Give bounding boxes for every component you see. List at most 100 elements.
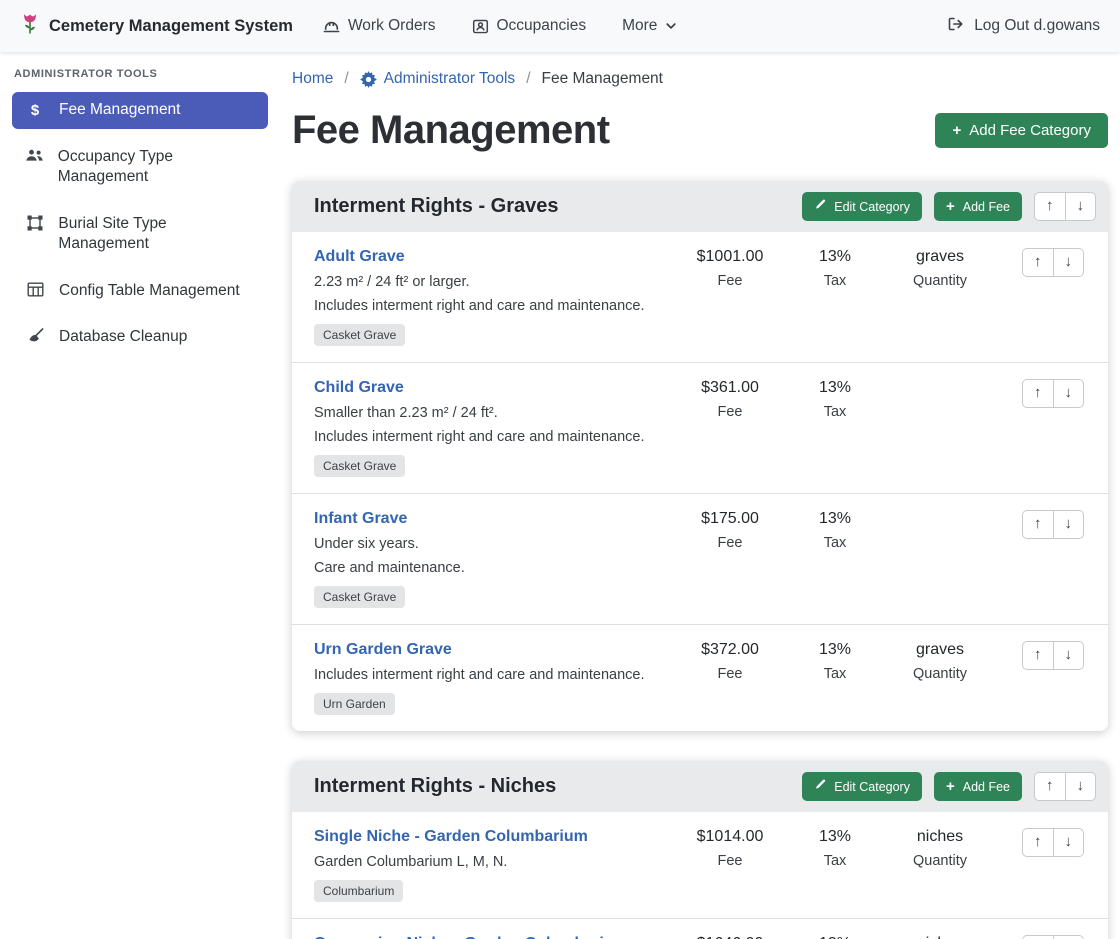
fee-tax-label: Tax bbox=[790, 273, 880, 289]
fee-tax-column: 13% Tax bbox=[790, 641, 880, 682]
fee-info: Child Grave Smaller than 2.23 m² / 24 ft… bbox=[314, 379, 670, 477]
category-fee-list: Single Niche - Garden Columbarium Garden… bbox=[292, 812, 1108, 939]
fee-quantity: graves bbox=[880, 641, 1000, 659]
sidebar-item-label: Config Table Management bbox=[59, 281, 240, 301]
breadcrumb: Home / Administrator Tools / Fee Managem… bbox=[292, 70, 1108, 88]
breadcrumb-home-link[interactable]: Home bbox=[292, 70, 333, 88]
move-fee-down-button[interactable]: ↓ bbox=[1053, 510, 1085, 539]
breadcrumb-separator: / bbox=[344, 70, 348, 88]
nav-item-work-orders[interactable]: Work Orders bbox=[323, 17, 436, 35]
fee-amount-column: $1001.00 Fee bbox=[670, 248, 790, 289]
fee-name-link[interactable]: Urn Garden Grave bbox=[314, 641, 452, 659]
move-category-up-button[interactable]: ↑ bbox=[1034, 192, 1066, 221]
add-fee-category-label: Add Fee Category bbox=[969, 122, 1091, 139]
fee-amount: $1014.00 bbox=[670, 828, 790, 846]
sidebar-item-config-table-management[interactable]: Config Table Management bbox=[12, 273, 268, 309]
edit-category-label: Edit Category bbox=[834, 200, 910, 214]
fee-description: Smaller than 2.23 m² / 24 ft². bbox=[314, 405, 662, 421]
sidebar-item-label: Occupancy Type Management bbox=[58, 147, 256, 188]
fee-description: Garden Columbarium L, M, N. bbox=[314, 854, 662, 870]
category-fee-list: Adult Grave 2.23 m² / 24 ft² or larger. I… bbox=[292, 232, 1108, 731]
add-fee-category-button[interactable]: + Add Fee Category bbox=[935, 113, 1108, 148]
fee-row: Companion Niche - Garden Columbarium Gar… bbox=[292, 918, 1108, 939]
fee-quantity-label: Quantity bbox=[880, 853, 1000, 869]
fee-info: Adult Grave 2.23 m² / 24 ft² or larger. I… bbox=[314, 248, 670, 346]
nav-item-more[interactable]: More bbox=[622, 17, 677, 35]
logout-button[interactable]: Log Out d.gowans bbox=[947, 16, 1100, 37]
add-fee-button[interactable]: + Add Fee bbox=[934, 192, 1022, 221]
occupant-badge-icon bbox=[472, 18, 489, 35]
fee-name-link[interactable]: Child Grave bbox=[314, 379, 404, 397]
category-actions: Edit Category + Add Fee ↑ ↓ bbox=[802, 192, 1096, 221]
fee-row: Single Niche - Garden Columbarium Garden… bbox=[292, 812, 1108, 918]
fee-name-link[interactable]: Companion Niche - Garden Columbarium bbox=[314, 935, 628, 939]
fee-reorder-group: ↑ ↓ bbox=[1022, 248, 1096, 277]
move-fee-up-button[interactable]: ↑ bbox=[1022, 379, 1054, 408]
sidebar-header: ADMINISTRATOR TOOLS bbox=[14, 68, 268, 80]
sidebar-item-burial-site-type-management[interactable]: Burial Site Type Management bbox=[12, 206, 268, 263]
arrow-down-icon: ↓ bbox=[1065, 515, 1073, 532]
fee-descriptions: Smaller than 2.23 m² / 24 ft². Includes i… bbox=[314, 405, 662, 445]
edit-category-button[interactable]: Edit Category bbox=[802, 192, 922, 221]
move-category-down-button[interactable]: ↓ bbox=[1065, 772, 1097, 801]
fee-quantity-label: Quantity bbox=[880, 666, 1000, 682]
move-fee-up-button[interactable]: ↑ bbox=[1022, 641, 1054, 670]
fee-name-link[interactable]: Single Niche - Garden Columbarium bbox=[314, 828, 588, 846]
fee-tag-badge: Casket Grave bbox=[314, 455, 405, 477]
fee-category-card: Interment Rights - Niches Edit Category … bbox=[292, 761, 1108, 939]
fee-amount-label: Fee bbox=[670, 273, 790, 289]
add-fee-button[interactable]: + Add Fee bbox=[934, 772, 1022, 801]
fee-description: Includes interment right and care and ma… bbox=[314, 298, 662, 314]
fee-amount-column: $175.00 Fee bbox=[670, 510, 790, 551]
fee-amount-label: Fee bbox=[670, 853, 790, 869]
edit-category-button[interactable]: Edit Category bbox=[802, 772, 922, 801]
fee-info: Urn Garden Grave Includes interment righ… bbox=[314, 641, 670, 715]
arrow-down-icon: ↓ bbox=[1065, 646, 1073, 663]
page-header: Fee Management + Add Fee Category bbox=[292, 108, 1108, 153]
breadcrumb-admin-tools-link[interactable]: Administrator Tools bbox=[360, 70, 516, 88]
fee-quantity-column: niches Quantity bbox=[880, 935, 1000, 939]
move-fee-up-button[interactable]: ↑ bbox=[1022, 828, 1054, 857]
arrow-down-icon: ↓ bbox=[1077, 197, 1085, 214]
move-fee-up-button[interactable]: ↑ bbox=[1022, 248, 1054, 277]
fee-amount-label: Fee bbox=[670, 666, 790, 682]
move-fee-down-button[interactable]: ↓ bbox=[1053, 641, 1085, 670]
category-actions: Edit Category + Add Fee ↑ ↓ bbox=[802, 772, 1096, 801]
arrow-up-icon: ↑ bbox=[1034, 253, 1042, 270]
fee-amount-column: $1014.00 Fee bbox=[670, 828, 790, 869]
move-fee-down-button[interactable]: ↓ bbox=[1053, 248, 1085, 277]
fee-name-link[interactable]: Infant Grave bbox=[314, 510, 407, 528]
fee-amount: $1001.00 bbox=[670, 248, 790, 266]
sidebar-item-fee-management[interactable]: $ Fee Management bbox=[12, 92, 268, 129]
fee-tax: 13% bbox=[790, 641, 880, 659]
fee-descriptions: Garden Columbarium L, M, N. bbox=[314, 854, 662, 870]
move-fee-up-button[interactable]: ↑ bbox=[1022, 510, 1054, 539]
sidebar-item-occupancy-type-management[interactable]: Occupancy Type Management bbox=[12, 139, 268, 196]
fee-descriptions: 2.23 m² / 24 ft² or larger. Includes inte… bbox=[314, 274, 662, 314]
fee-tax-label: Tax bbox=[790, 404, 880, 420]
fee-quantity-column: niches Quantity bbox=[880, 828, 1000, 869]
move-fee-down-button[interactable]: ↓ bbox=[1053, 379, 1085, 408]
move-category-down-button[interactable]: ↓ bbox=[1065, 192, 1097, 221]
fee-amount-column: $1646.00 Fee bbox=[670, 935, 790, 939]
logout-label: Log Out d.gowans bbox=[974, 17, 1100, 35]
fee-quantity: graves bbox=[880, 248, 1000, 266]
fee-tag-badge: Urn Garden bbox=[314, 693, 395, 715]
users-icon bbox=[24, 148, 45, 163]
move-fee-down-button[interactable]: ↓ bbox=[1053, 828, 1085, 857]
fee-name-link[interactable]: Adult Grave bbox=[314, 248, 405, 266]
move-fee-down-button[interactable]: ↓ bbox=[1053, 935, 1085, 939]
fee-description: Includes interment right and care and ma… bbox=[314, 429, 662, 445]
move-category-up-button[interactable]: ↑ bbox=[1034, 772, 1066, 801]
fee-tag-badge: Columbarium bbox=[314, 880, 403, 902]
sidebar-item-database-cleanup[interactable]: Database Cleanup bbox=[12, 319, 268, 355]
vector-frame-icon bbox=[24, 215, 45, 231]
fee-tax: 13% bbox=[790, 510, 880, 528]
plus-icon: + bbox=[946, 199, 955, 214]
arrow-down-icon: ↓ bbox=[1077, 777, 1085, 794]
chevron-down-icon bbox=[665, 20, 677, 32]
fee-description: 2.23 m² / 24 ft² or larger. bbox=[314, 274, 662, 290]
fee-amount: $175.00 bbox=[670, 510, 790, 528]
nav-item-occupancies[interactable]: Occupancies bbox=[472, 17, 587, 35]
move-fee-up-button[interactable]: ↑ bbox=[1022, 935, 1054, 939]
